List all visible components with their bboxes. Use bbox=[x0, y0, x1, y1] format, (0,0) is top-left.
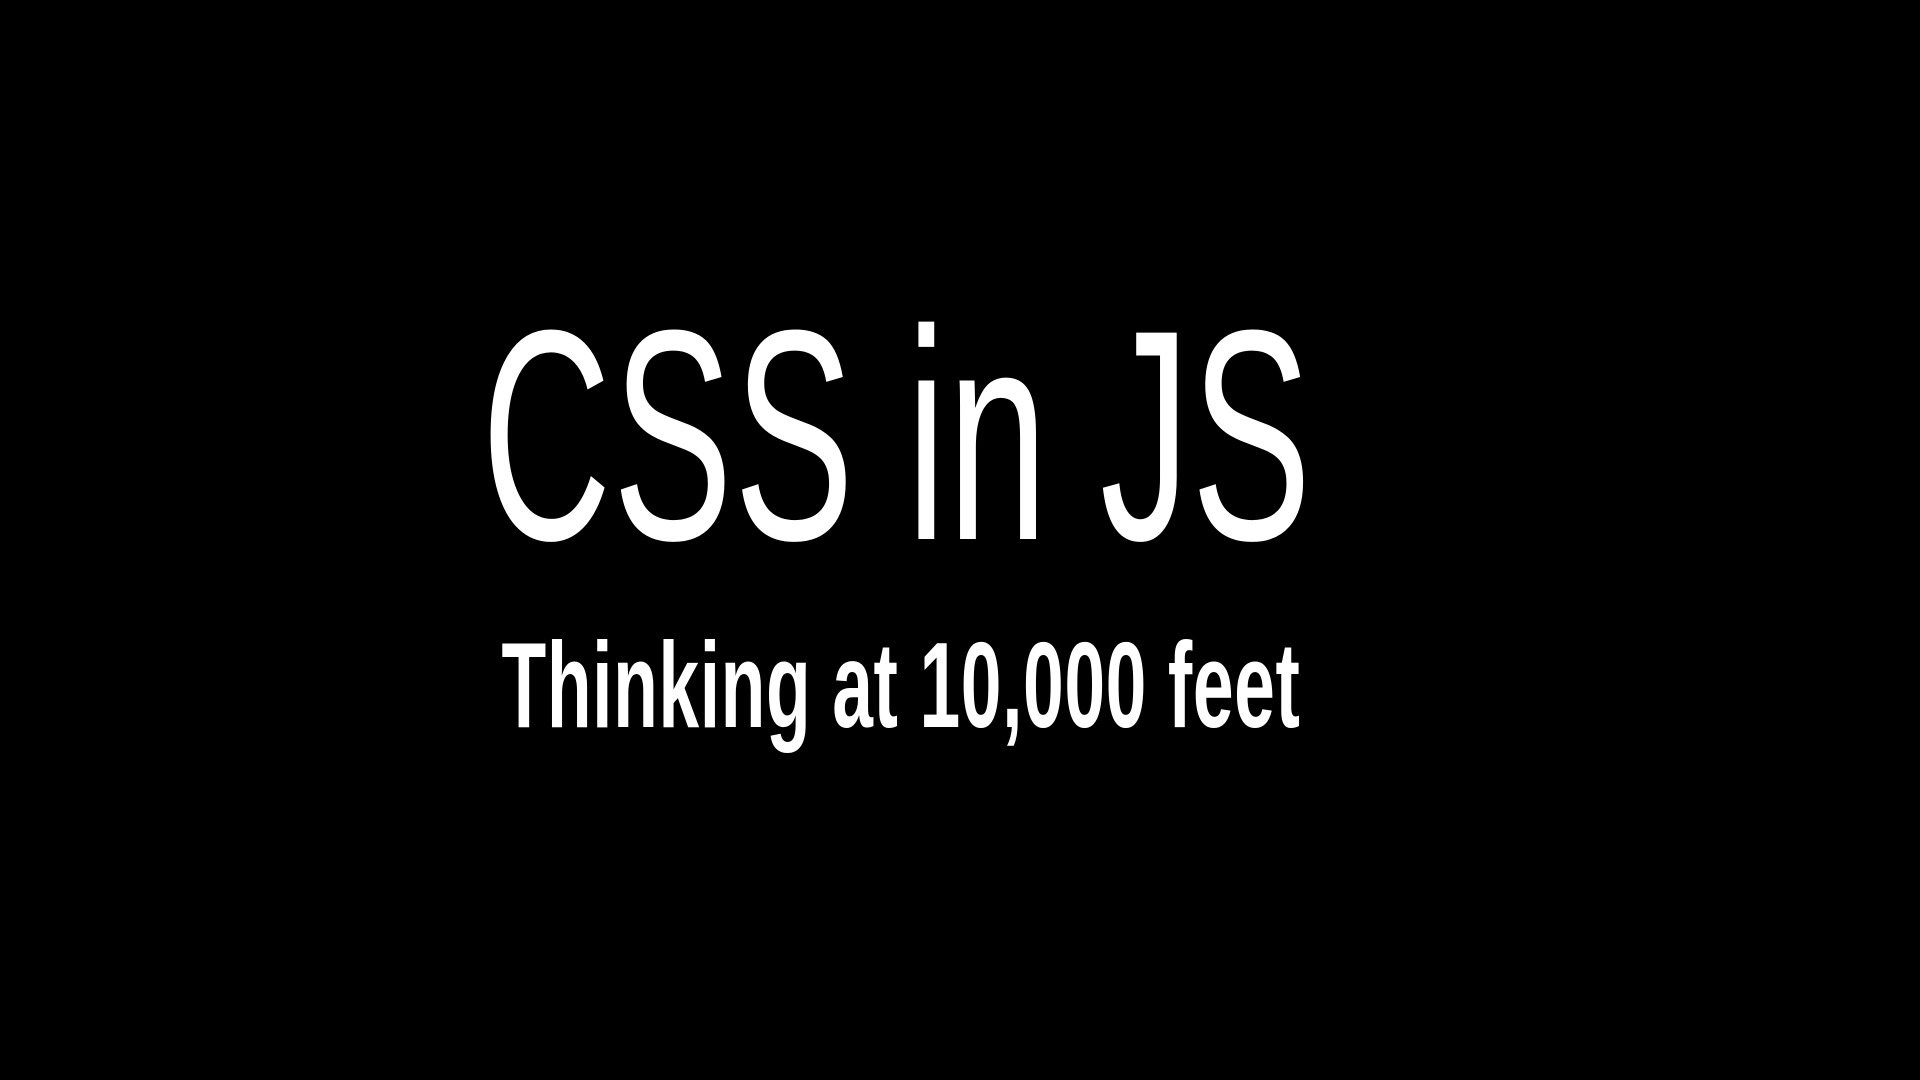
slide-subtitle: Thinking at 10,000 feet bbox=[501, 617, 1301, 753]
slide: CSS in JS Thinking at 10,000 feet bbox=[0, 0, 1920, 1080]
slide-title: CSS in JS bbox=[481, 267, 1313, 603]
